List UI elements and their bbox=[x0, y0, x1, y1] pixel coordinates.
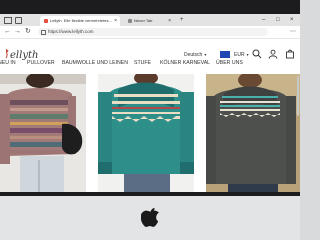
tab-actions-icon[interactable] bbox=[15, 17, 22, 24]
product-image bbox=[206, 74, 300, 192]
lellyth-favicon-icon bbox=[44, 19, 48, 23]
product-grid bbox=[0, 74, 300, 192]
new-tab-button[interactable]: + bbox=[180, 14, 184, 26]
workspaces-icon[interactable] bbox=[4, 17, 12, 24]
apple-icon bbox=[141, 208, 159, 227]
tab-title: Neuer Tab bbox=[134, 18, 153, 23]
product-image bbox=[0, 74, 86, 192]
maximize-button[interactable]: □ bbox=[276, 14, 280, 26]
close-tab-icon[interactable]: × bbox=[168, 16, 171, 26]
product-image bbox=[98, 74, 194, 192]
back-icon[interactable]: ← bbox=[4, 26, 11, 38]
close-window-button[interactable]: × bbox=[290, 14, 294, 26]
tab-bar: Lellyth Elle flexible vermehrtetes... × … bbox=[0, 14, 300, 26]
lock-icon bbox=[41, 29, 46, 35]
chevron-down-icon: ▾ bbox=[246, 52, 249, 57]
eu-flag-icon bbox=[220, 51, 230, 58]
product-card[interactable] bbox=[98, 74, 194, 192]
nav-item-stufe[interactable]: STUFE bbox=[134, 58, 151, 68]
url-text: https://www.lellyth.com bbox=[48, 29, 94, 34]
new-tab-favicon-icon bbox=[128, 19, 132, 23]
browser-window: Lellyth Elle flexible vermehrtetes... × … bbox=[0, 14, 300, 192]
tab-title: Lellyth Elle flexible vermehrtetes... bbox=[50, 18, 112, 23]
minimize-button[interactable]: – bbox=[262, 14, 265, 26]
nav-item-cotton-linen[interactable]: BAUMWOLLE UND LEINEN bbox=[62, 58, 128, 68]
product-card[interactable] bbox=[206, 74, 300, 192]
tab-new[interactable]: Neuer Tab × bbox=[124, 16, 174, 26]
nav-item-new[interactable]: NEU IN bbox=[0, 58, 16, 68]
url-field[interactable]: https://www.lellyth.com bbox=[38, 28, 268, 36]
more-menu-icon[interactable]: ⋯ bbox=[290, 26, 296, 38]
page-scrollbar[interactable] bbox=[297, 76, 299, 116]
nav-item-carnival[interactable]: KÖLNER KARNEVAL bbox=[160, 58, 210, 68]
main-navigation: NEU IN PULLOVER BAUMWOLLE UND LEINEN STU… bbox=[0, 58, 300, 68]
forward-icon[interactable]: → bbox=[14, 26, 21, 38]
product-card[interactable] bbox=[0, 74, 86, 192]
reload-icon[interactable]: ↻ bbox=[25, 26, 31, 38]
nav-item-about[interactable]: ÜBER UNS bbox=[216, 58, 243, 68]
chevron-down-icon: ▾ bbox=[204, 52, 207, 57]
tab-lellyth[interactable]: Lellyth Elle flexible vermehrtetes... × bbox=[40, 16, 120, 26]
nav-item-pullover[interactable]: PULLOVER bbox=[27, 58, 55, 68]
address-bar: ← → ↻ https://www.lellyth.com ⋯ bbox=[0, 26, 300, 39]
close-tab-icon[interactable]: × bbox=[114, 16, 117, 26]
